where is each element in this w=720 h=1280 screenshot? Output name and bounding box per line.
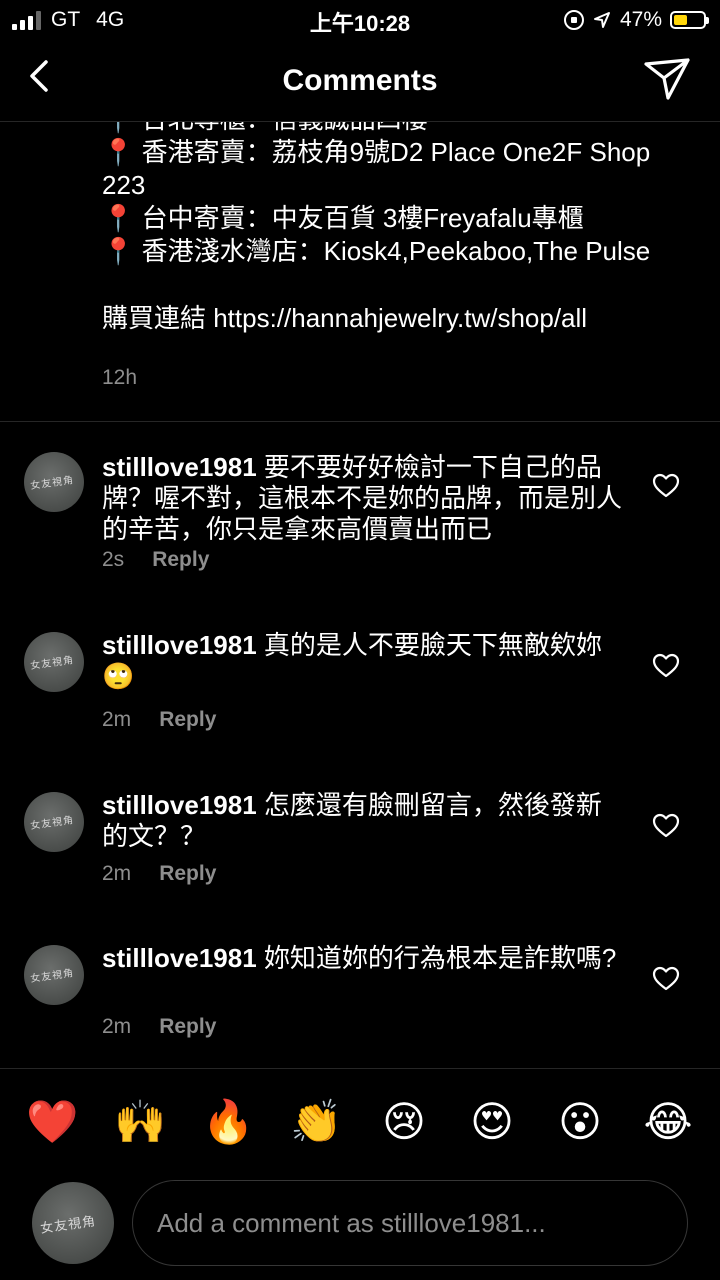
caption-line xyxy=(102,268,702,302)
divider xyxy=(0,421,720,422)
emoji-laughing[interactable]: 😂 xyxy=(642,1094,694,1150)
comment-meta: 2m Reply xyxy=(102,708,216,732)
caption-line: 📍 香港寄賣：荔枝角9號D2 Place One2F Shop xyxy=(102,137,651,167)
comment-username[interactable]: stilllove1981 xyxy=(102,452,257,482)
avatar[interactable]: 女友視角 xyxy=(24,632,84,692)
avatar-signature: 女友視角 xyxy=(29,814,75,832)
comment-meta: 2s Reply xyxy=(102,548,209,572)
avatar: 女友視角 xyxy=(32,1182,114,1264)
emoji-raised-hands[interactable]: 🙌 xyxy=(114,1094,166,1150)
emoji-heart[interactable]: ❤️ xyxy=(26,1094,78,1150)
paper-plane-icon[interactable] xyxy=(642,54,692,104)
comment-text: stilllove1981 要不要好好檢討一下自己的品牌？喔不對，這根本不是妳的… xyxy=(102,452,622,545)
avatar[interactable]: 女友視角 xyxy=(24,452,84,512)
heart-icon[interactable] xyxy=(652,652,680,680)
comment-text: stilllove1981 怎麼還有臉刪留言，然後發新的文？？ xyxy=(102,790,622,852)
comment-text: stilllove1981 妳知道妳的行為根本是詐欺嗎? xyxy=(102,943,622,974)
status-right: 47% xyxy=(563,7,709,33)
heart-icon[interactable] xyxy=(652,472,680,500)
reply-button[interactable]: Reply xyxy=(152,548,209,571)
orientation-lock-icon xyxy=(563,10,584,30)
page-title: Comments xyxy=(282,64,438,97)
battery-icon xyxy=(670,11,709,29)
battery-percentage: 47% xyxy=(619,8,662,31)
comment-meta: 2m Reply xyxy=(102,1015,216,1039)
emoji-fire[interactable]: 🔥 xyxy=(202,1094,254,1150)
comment-content: 妳知道妳的行為根本是詐欺嗎? xyxy=(263,943,617,973)
caption-line: 📍 台中寄賣：中友百貨 3樓Freyafalu專櫃 xyxy=(102,203,584,233)
caption-timestamp: 12h xyxy=(102,366,138,389)
avatar[interactable]: 女友視角 xyxy=(24,792,84,852)
navigation-bar: Comments xyxy=(0,40,720,122)
reply-button[interactable]: Reply xyxy=(159,862,216,885)
emoji-heart-eyes[interactable]: 😍 xyxy=(466,1094,518,1150)
avatar-signature: 女友視角 xyxy=(29,474,75,492)
reply-button[interactable]: Reply xyxy=(159,1015,216,1038)
location-arrow-icon xyxy=(593,12,610,28)
comment-time: 2m xyxy=(102,1015,132,1038)
comment-text: stilllove1981 真的是人不要臉天下無敵欸妳🙄 xyxy=(102,630,622,692)
divider xyxy=(0,1068,720,1069)
post-caption: 📍 台北專櫃：信義誠品四樓 📍 香港寄賣：荔枝角9號D2 Place One2F… xyxy=(102,103,702,335)
comment-time: 2s xyxy=(102,548,125,571)
avatar-signature: 女友視角 xyxy=(39,1214,98,1237)
comment-time: 2m xyxy=(102,708,132,731)
avatar[interactable]: 女友視角 xyxy=(24,945,84,1005)
caption-line: 📍 香港淺水灣店：Kiosk4,Peekaboo,The Pulse xyxy=(102,236,651,266)
avatar-signature: 女友視角 xyxy=(29,654,75,672)
comment-username[interactable]: stilllove1981 xyxy=(102,790,257,820)
comments-screen: GT 4G 上午10:28 47% Comments 📍 台北專櫃：信義誠品四樓… xyxy=(0,0,720,1280)
comment-input[interactable] xyxy=(132,1180,688,1266)
emoji-crying[interactable]: 😢 xyxy=(378,1094,430,1150)
status-bar: GT 4G 上午10:28 47% xyxy=(0,0,720,40)
comment-meta: 2m Reply xyxy=(102,862,216,886)
reply-button[interactable]: Reply xyxy=(159,708,216,731)
battery-level xyxy=(674,15,688,25)
emoji-clap[interactable]: 👏 xyxy=(290,1094,342,1150)
comment-username[interactable]: stilllove1981 xyxy=(102,943,257,973)
emoji-surprised[interactable]: 😮 xyxy=(554,1094,606,1150)
heart-icon[interactable] xyxy=(652,812,680,840)
comment-username[interactable]: stilllove1981 xyxy=(102,630,257,660)
comment-time: 2m xyxy=(102,862,132,885)
emoji-bar: ❤️ 🙌 🔥 👏 😢 😍 😮 😂 xyxy=(0,1094,720,1150)
caption-link-line[interactable]: 購買連結 https://hannahjewelry.tw/shop/all xyxy=(102,302,702,335)
caption-line: 223 xyxy=(102,170,146,200)
heart-icon[interactable] xyxy=(652,965,680,993)
avatar-signature: 女友視角 xyxy=(29,967,75,985)
